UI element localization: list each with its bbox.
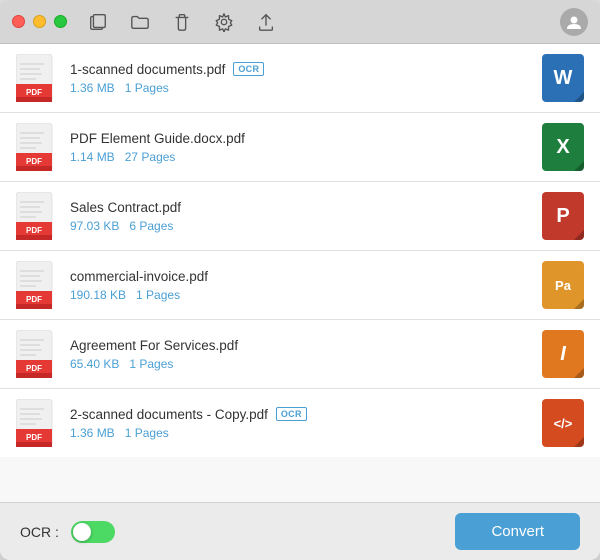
output-type-icon[interactable]: P	[542, 192, 584, 240]
file-item[interactable]: PDF Sales Contract.pdf 97.03 KB 6 Pages P	[0, 182, 600, 251]
file-item[interactable]: PDF PDF Element Guide.docx.pdf 1.14 MB 27 …	[0, 113, 600, 182]
file-name-row: Agreement For Services.pdf	[70, 338, 530, 353]
file-name-row: 1-scanned documents.pdf OCR	[70, 62, 530, 77]
file-pages[interactable]: 1 Pages	[129, 357, 173, 371]
traffic-lights	[12, 15, 67, 28]
svg-text:PDF: PDF	[26, 364, 42, 373]
new-window-icon[interactable]	[87, 11, 109, 33]
output-icon-label: I	[560, 343, 566, 366]
title-bar	[0, 0, 600, 44]
user-avatar[interactable]	[560, 8, 588, 36]
pdf-file-icon: PDF	[16, 330, 58, 378]
file-info: 1-scanned documents.pdf OCR 1.36 MB 1 Pages	[70, 62, 530, 95]
ocr-toggle[interactable]	[71, 521, 115, 543]
file-pages[interactable]: 1 Pages	[125, 426, 169, 440]
file-info: 2-scanned documents - Copy.pdf OCR 1.36 MB…	[70, 407, 530, 440]
file-info: commercial-invoice.pdf 190.18 KB 1 Pages	[70, 269, 530, 302]
file-meta: 190.18 KB 1 Pages	[70, 288, 530, 302]
trash-icon[interactable]	[171, 11, 193, 33]
folder-icon[interactable]	[129, 11, 151, 33]
file-meta: 1.36 MB 1 Pages	[70, 81, 530, 95]
file-name-row: 2-scanned documents - Copy.pdf OCR	[70, 407, 530, 422]
file-name-row: commercial-invoice.pdf	[70, 269, 530, 284]
file-info: PDF Element Guide.docx.pdf 1.14 MB 27 Page…	[70, 131, 530, 164]
file-size: 1.36 MB	[70, 81, 115, 95]
file-size: 65.40 KB	[70, 357, 119, 371]
maximize-button[interactable]	[54, 15, 67, 28]
ocr-badge: OCR	[233, 62, 264, 76]
output-icon-label: </>	[554, 416, 573, 431]
file-name: Sales Contract.pdf	[70, 200, 181, 215]
file-name-row: Sales Contract.pdf	[70, 200, 530, 215]
close-button[interactable]	[12, 15, 25, 28]
output-type-icon[interactable]: I	[542, 330, 584, 378]
file-name: 2-scanned documents - Copy.pdf	[70, 407, 268, 422]
bottom-bar: OCR : Convert	[0, 502, 600, 560]
output-icon-label: Pa	[555, 278, 571, 293]
file-size: 97.03 KB	[70, 219, 119, 233]
ocr-badge: OCR	[276, 407, 307, 421]
file-name: Agreement For Services.pdf	[70, 338, 238, 353]
toolbar	[87, 8, 588, 36]
svg-text:PDF: PDF	[26, 88, 42, 97]
file-item[interactable]: PDF 1-scanned documents.pdf OCR 1.36 MB 1 P…	[0, 44, 600, 113]
output-type-icon[interactable]: X	[542, 123, 584, 171]
file-name: commercial-invoice.pdf	[70, 269, 208, 284]
file-size: 1.36 MB	[70, 426, 115, 440]
file-name-row: PDF Element Guide.docx.pdf	[70, 131, 530, 146]
file-list: PDF 1-scanned documents.pdf OCR 1.36 MB 1 P…	[0, 44, 600, 502]
pdf-file-icon: PDF	[16, 261, 58, 309]
svg-text:PDF: PDF	[26, 226, 42, 235]
upload-icon[interactable]	[255, 11, 277, 33]
file-pages[interactable]: 6 Pages	[129, 219, 173, 233]
file-meta: 97.03 KB 6 Pages	[70, 219, 530, 233]
pdf-file-icon: PDF	[16, 192, 58, 240]
file-name: PDF Element Guide.docx.pdf	[70, 131, 245, 146]
convert-button[interactable]: Convert	[455, 513, 580, 550]
output-type-icon[interactable]: Pa	[542, 261, 584, 309]
output-icon-label: P	[556, 205, 569, 228]
file-item[interactable]: PDF Agreement For Services.pdf 65.40 KB 1 …	[0, 320, 600, 389]
pdf-file-icon: PDF	[16, 399, 58, 447]
file-item[interactable]: PDF 2-scanned documents - Copy.pdf OCR 1.3…	[0, 389, 600, 457]
svg-text:PDF: PDF	[26, 295, 42, 304]
file-pages[interactable]: 27 Pages	[125, 150, 176, 164]
file-meta: 1.14 MB 27 Pages	[70, 150, 530, 164]
settings-icon[interactable]	[213, 11, 235, 33]
svg-text:PDF: PDF	[26, 433, 42, 442]
output-type-icon[interactable]: </>	[542, 399, 584, 447]
file-meta: 65.40 KB 1 Pages	[70, 357, 530, 371]
minimize-button[interactable]	[33, 15, 46, 28]
file-size: 1.14 MB	[70, 150, 115, 164]
output-icon-label: X	[556, 136, 569, 159]
toggle-knob	[73, 523, 91, 541]
file-size: 190.18 KB	[70, 288, 126, 302]
file-pages[interactable]: 1 Pages	[125, 81, 169, 95]
pdf-file-icon: PDF	[16, 54, 58, 102]
file-info: Agreement For Services.pdf 65.40 KB 1 Page…	[70, 338, 530, 371]
pdf-file-icon: PDF	[16, 123, 58, 171]
file-meta: 1.36 MB 1 Pages	[70, 426, 530, 440]
output-icon-label: W	[554, 67, 573, 90]
output-type-icon[interactable]: W	[542, 54, 584, 102]
file-info: Sales Contract.pdf 97.03 KB 6 Pages	[70, 200, 530, 233]
file-name: 1-scanned documents.pdf	[70, 62, 225, 77]
svg-text:PDF: PDF	[26, 157, 42, 166]
file-pages[interactable]: 1 Pages	[136, 288, 180, 302]
app-window: PDF 1-scanned documents.pdf OCR 1.36 MB 1 P…	[0, 0, 600, 560]
ocr-label: OCR :	[20, 524, 59, 540]
file-item[interactable]: PDF commercial-invoice.pdf 190.18 KB 1 Pag…	[0, 251, 600, 320]
